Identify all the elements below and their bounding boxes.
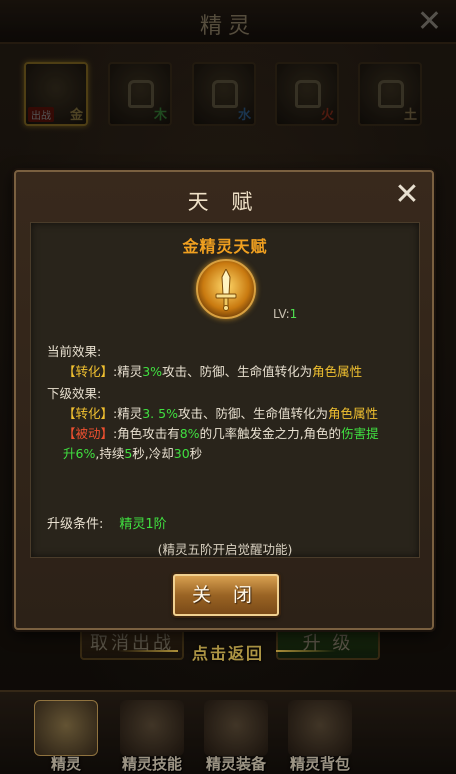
sword-icon [196,259,256,319]
current-effect-label: 当前效果: [47,344,102,359]
current-effect-line: 【转化】:精灵3%攻击、防御、生命值转化为角色属性 [63,364,363,379]
talent-name: 金精灵天赋 [182,237,268,256]
close-icon[interactable]: ✕ [390,178,424,212]
talent-panel: 金精灵天赋 LV:1 当前效果: 【转化】:精灵3%攻击、防御、生命值转化为角色… [30,222,420,558]
passive-effect-line: 【被动】:角色攻击有8%的几率触发金之力,角色的伤害提 [63,426,379,441]
dialog-title: 天 赋 [187,190,261,214]
passive-effect-line-2: 升6%,持续5秒,冷却30秒 [63,446,203,461]
level-indicator: LV:1 [273,307,298,321]
talent-dialog: 天 赋 ✕ 金精灵天赋 LV:1 当前效果: 【转化】:精灵3%攻击、防御、生命… [14,170,434,630]
upgrade-condition: 升级条件: 精灵1阶 [47,517,167,532]
level-value: 1 [289,307,298,321]
next-effect-line: 【转化】:精灵3. 5%攻击、防御、生命值转化为角色属性 [63,406,378,421]
awaken-note: (精灵五阶开启觉醒功能) [157,542,293,557]
upgrade-condition-value: 精灵1阶 [119,517,167,532]
next-effect-label: 下级效果: [47,386,102,401]
close-button[interactable]: 关 闭 [173,574,279,616]
